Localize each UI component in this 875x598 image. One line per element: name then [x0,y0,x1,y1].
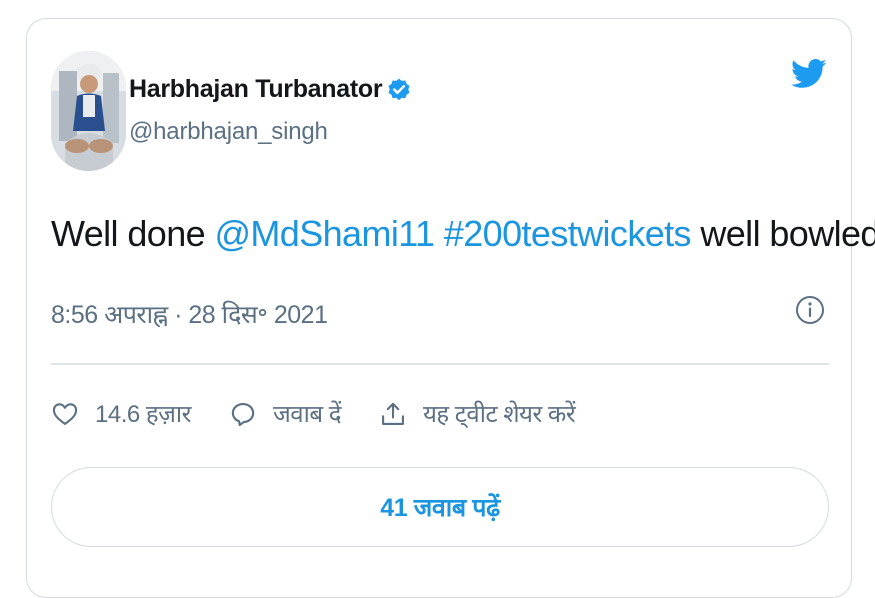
display-name[interactable]: Harbhajan Turbanator [129,75,383,104]
tweet-text-space [434,213,443,254]
verified-icon [388,78,410,100]
share-icon [381,402,404,425]
like-count: 14.6 हज़ार [95,401,191,428]
avatar-photo [51,51,126,171]
display-name-row: Harbhajan Turbanator [129,75,412,104]
user-header: Harbhajan Turbanator @harbhajan_singh [129,75,412,146]
tweet-text-prefix: Well done [51,213,215,254]
heart-icon [52,402,78,425]
tweet-text-suffix: well bowled [690,213,875,254]
tweet-card: Harbhajan Turbanator @harbhajan_singh We… [26,18,875,598]
reply-button[interactable]: जवाब दें [229,397,341,430]
tweet-text: Well done @MdShami11 #200testwickets wel… [51,213,875,255]
tweet-timestamp[interactable]: 8:56 अपराह्न · 28 दिस॰ 2021 [51,297,328,331]
share-button[interactable]: यह ट्वीट शेयर करें [379,397,576,430]
hashtag-link[interactable]: #200testwickets [444,213,692,254]
info-icon[interactable] [795,295,825,325]
like-button[interactable]: 14.6 हज़ार [51,397,191,430]
read-replies-button[interactable]: 41 जवाब पढ़ें [51,467,829,547]
twitter-bird-icon[interactable] [791,59,827,89]
divider [51,363,829,365]
action-bar: 14.6 हज़ार जवाब दें यह ट्वीट शेयर करें [51,397,613,430]
reply-label: जवाब दें [272,401,341,428]
share-label: यह ट्वीट शेयर करें [422,401,576,428]
mention-link[interactable]: @MdShami11 [214,213,435,254]
user-handle[interactable]: @harbhajan_singh [129,118,412,146]
reply-bubble-icon [231,402,255,426]
avatar[interactable] [51,51,126,171]
